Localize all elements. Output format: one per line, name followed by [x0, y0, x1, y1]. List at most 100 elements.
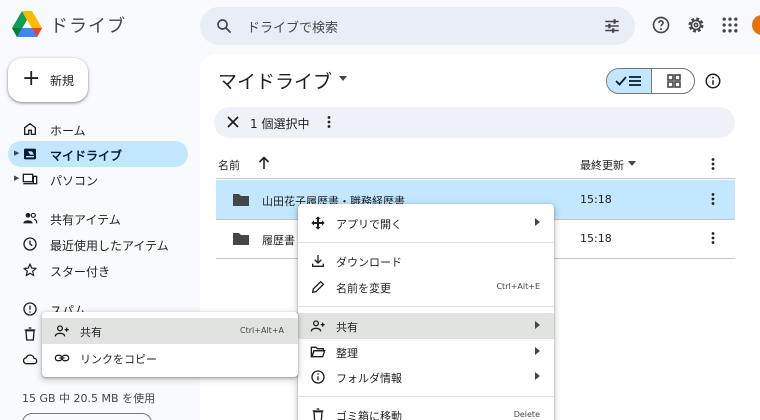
trash-icon	[24, 327, 36, 341]
help-icon[interactable]	[651, 15, 671, 35]
sidebar-item-shared[interactable]: 共有アイテム	[8, 205, 188, 231]
menu-item-label: 名前を変更	[336, 282, 391, 295]
sidebar-item-label: 共有アイテム	[50, 213, 121, 227]
menu-item-label: ゴミ箱に移動	[336, 410, 402, 420]
search-options-icon[interactable]	[603, 17, 621, 35]
more-vert-icon[interactable]	[706, 231, 720, 245]
edit-icon	[311, 280, 325, 294]
menu-item-folder-info[interactable]: フォルダ情報	[298, 364, 554, 390]
download-icon	[312, 255, 324, 267]
file-modified: 15:18	[580, 232, 612, 245]
more-vert-icon[interactable]	[322, 115, 336, 129]
menu-item-label: フォルダ情報	[336, 372, 402, 385]
menu-item-label: 共有	[80, 326, 102, 339]
expand-caret-icon[interactable]: ▶	[14, 149, 19, 157]
file-modified: 15:18	[580, 193, 612, 206]
people-icon	[23, 212, 38, 224]
menu-item-open-with[interactable]: アプリで開く	[298, 210, 554, 236]
menu-item-label: ダウンロード	[336, 256, 402, 269]
avatar[interactable]	[752, 15, 760, 35]
drive-logo[interactable]	[12, 10, 42, 38]
column-header-name[interactable]: 名前	[218, 157, 240, 173]
check-list-icon	[615, 76, 641, 86]
grid-view-button[interactable]	[652, 69, 694, 93]
title-dropdown-icon[interactable]	[339, 76, 347, 81]
menu-item-share[interactable]: 共有	[298, 313, 554, 339]
sidebar-item-starred[interactable]: スター付き	[8, 257, 188, 283]
cloud-icon	[22, 354, 38, 365]
submenu-arrow-icon	[535, 218, 540, 226]
folder-icon	[233, 194, 249, 206]
search-input[interactable]: ドライブで検索	[247, 17, 338, 36]
info-icon[interactable]	[704, 72, 722, 90]
chevron-down-icon[interactable]	[628, 161, 636, 166]
menu-item-download[interactable]: ダウンロード	[298, 248, 554, 274]
sidebar-item-label: スター付き	[50, 265, 111, 279]
home-icon	[24, 122, 36, 135]
column-header-modified[interactable]: 最終更新	[580, 157, 624, 173]
menu-item-organize[interactable]: 整理	[298, 339, 554, 365]
list-view-button[interactable]	[607, 69, 652, 93]
menu-item-label: 共有	[336, 321, 358, 334]
app-title: ドライブ	[50, 16, 126, 37]
sidebar-item-label: 最近使用したアイテム	[50, 239, 169, 253]
sidebar-item-label: マイドライブ	[50, 149, 123, 163]
folder-icon	[233, 233, 249, 245]
submenu-arrow-icon	[535, 347, 540, 355]
trash-icon	[312, 408, 324, 420]
open-with-icon	[311, 216, 325, 230]
star-icon	[23, 263, 37, 277]
menu-divider	[298, 242, 554, 243]
drive-icon	[24, 148, 36, 160]
folder-open-icon	[310, 346, 326, 358]
share-submenu: 共有 Ctrl+Alt+A リンクをコピー	[42, 312, 298, 377]
menu-item-move-to-trash[interactable]: ゴミ箱に移動 Delete	[298, 402, 554, 420]
sidebar-item-label: ホーム	[50, 124, 86, 138]
settings-icon[interactable]	[686, 15, 706, 35]
more-vert-icon[interactable]	[706, 192, 720, 206]
sort-arrow-up-icon[interactable]	[258, 156, 270, 170]
context-menu: アプリで開く ダウンロード 名前を変更 Ctrl+Alt+E 共有 整理 フォル…	[298, 204, 554, 420]
info-icon	[311, 370, 325, 384]
sidebar-item-recent[interactable]: 最近使用したアイテム	[8, 231, 188, 257]
menu-item-shortcut: Ctrl+Alt+A	[240, 326, 284, 335]
sidebar-item-label: パソコン	[50, 174, 99, 188]
get-more-storage-button[interactable]	[22, 413, 152, 420]
sidebar-item-computers[interactable]: ▶ パソコン	[8, 166, 188, 192]
new-button[interactable]: + 新規	[8, 58, 88, 102]
selection-bar: 1 個選択中	[214, 107, 735, 138]
submenu-arrow-icon	[535, 372, 540, 380]
storage-usage-text: 15 GB 中 20.5 MB を使用	[22, 392, 156, 405]
person-add-icon	[310, 320, 325, 332]
menu-item-rename[interactable]: 名前を変更 Ctrl+Alt+E	[298, 274, 554, 300]
report-icon	[23, 302, 37, 316]
search-icon[interactable]	[215, 17, 233, 35]
page-title[interactable]: マイドライブ	[218, 67, 332, 94]
new-button-label: 新規	[50, 74, 75, 88]
menu-item-label: アプリで開く	[336, 218, 402, 231]
search-bar[interactable]: ドライブで検索	[200, 7, 635, 45]
menu-divider	[298, 396, 554, 397]
submenu-item-copy-link[interactable]: リンクをコピー	[42, 345, 298, 371]
close-icon[interactable]	[226, 115, 240, 129]
computer-icon	[22, 173, 38, 185]
person-add-icon	[54, 325, 69, 337]
link-icon	[54, 354, 70, 362]
divider	[216, 178, 735, 179]
menu-divider	[298, 306, 554, 307]
submenu-item-share[interactable]: 共有 Ctrl+Alt+A	[42, 318, 298, 344]
submenu-arrow-icon	[535, 321, 540, 329]
expand-caret-icon[interactable]: ▶	[14, 174, 19, 182]
sidebar-item-my-drive[interactable]: ▶ マイドライブ	[8, 141, 188, 167]
selection-count: 1 個選択中	[250, 117, 310, 131]
apps-icon[interactable]	[720, 15, 740, 35]
grid-icon	[667, 74, 681, 88]
file-name: 履歴書	[262, 234, 295, 247]
sidebar-item-home[interactable]: ホーム	[8, 116, 188, 142]
more-vert-icon[interactable]	[706, 157, 720, 171]
view-toggle[interactable]	[606, 68, 695, 94]
clock-icon	[23, 237, 37, 251]
menu-item-shortcut: Ctrl+Alt+E	[496, 282, 540, 291]
plus-icon: +	[22, 66, 41, 91]
menu-item-shortcut: Delete	[513, 410, 540, 419]
